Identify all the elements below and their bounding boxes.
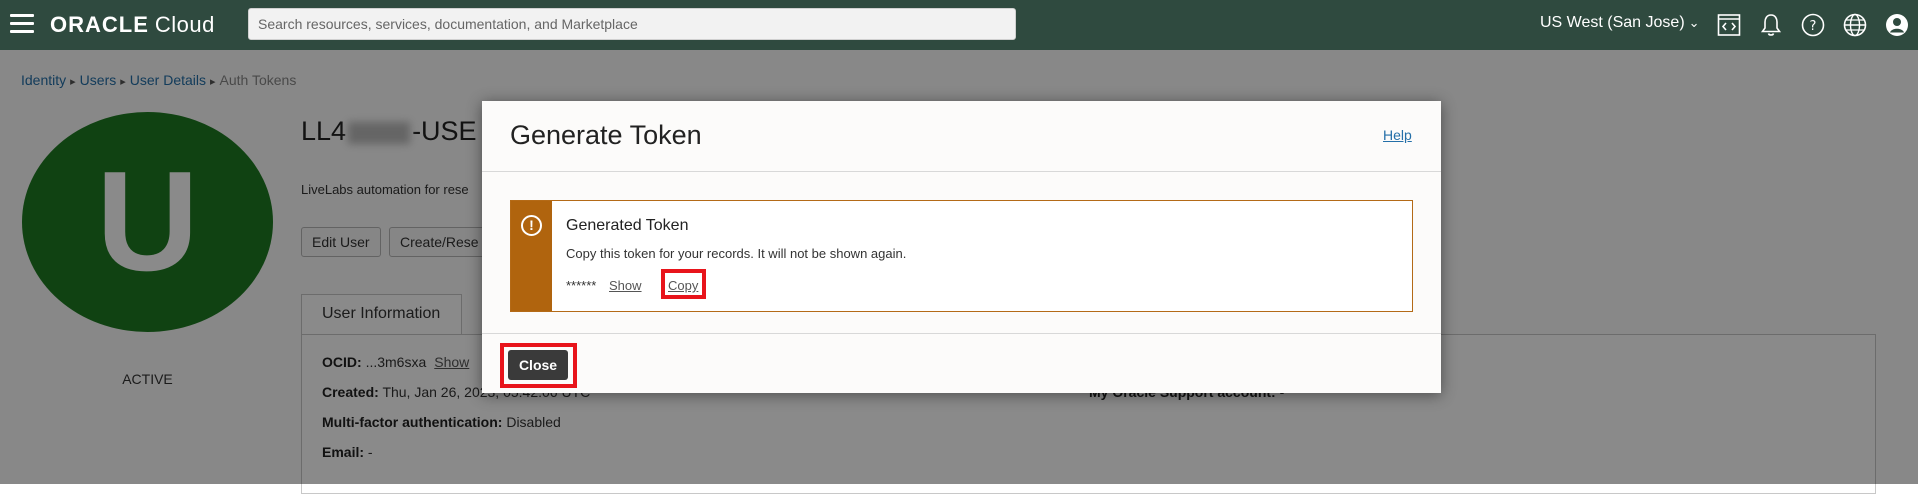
alert-accent-bar: ! bbox=[511, 201, 552, 311]
alert-title: Generated Token bbox=[566, 217, 689, 234]
svg-text:?: ? bbox=[1810, 19, 1817, 34]
code-editor-icon[interactable] bbox=[1716, 12, 1742, 38]
region-selector[interactable]: US West (San Jose) ⌄ bbox=[1540, 14, 1700, 32]
menu-hamburger-icon[interactable] bbox=[10, 14, 34, 34]
search-input[interactable] bbox=[248, 8, 1016, 40]
brand-oracle-text: ORACLE bbox=[50, 12, 149, 37]
brand-cloud-text: Cloud bbox=[154, 12, 215, 37]
chevron-down-icon: ⌄ bbox=[1688, 15, 1700, 30]
warning-icon: ! bbox=[521, 215, 542, 236]
token-copy-link[interactable]: Copy bbox=[668, 278, 698, 293]
oracle-cloud-logo[interactable]: ORACLE Cloud bbox=[50, 12, 215, 38]
alert-message: Copy this token for your records. It wil… bbox=[566, 246, 907, 261]
dialog-title: Generate Token bbox=[510, 120, 702, 150]
user-profile-icon[interactable] bbox=[1884, 12, 1910, 38]
close-button[interactable]: Close bbox=[508, 350, 568, 380]
dialog-header: Generate Token Help bbox=[482, 101, 1441, 172]
bell-icon[interactable] bbox=[1758, 12, 1784, 38]
token-show-link[interactable]: Show bbox=[609, 278, 642, 293]
token-masked-value: ****** bbox=[566, 278, 597, 293]
help-link[interactable]: Help bbox=[1383, 127, 1412, 143]
help-icon[interactable]: ? bbox=[1800, 12, 1826, 38]
generate-token-dialog: Generate Token Help ! Generated Token Co… bbox=[482, 101, 1441, 393]
top-navigation-bar: ORACLECloud US West (San Jose)⌄ ? bbox=[0, 0, 1918, 50]
region-label: US West (San Jose) bbox=[1540, 14, 1685, 31]
dialog-footer: Close bbox=[482, 333, 1441, 393]
generated-token-alert: ! Generated Token Copy this token for yo… bbox=[510, 200, 1413, 312]
globe-icon[interactable] bbox=[1842, 12, 1868, 38]
